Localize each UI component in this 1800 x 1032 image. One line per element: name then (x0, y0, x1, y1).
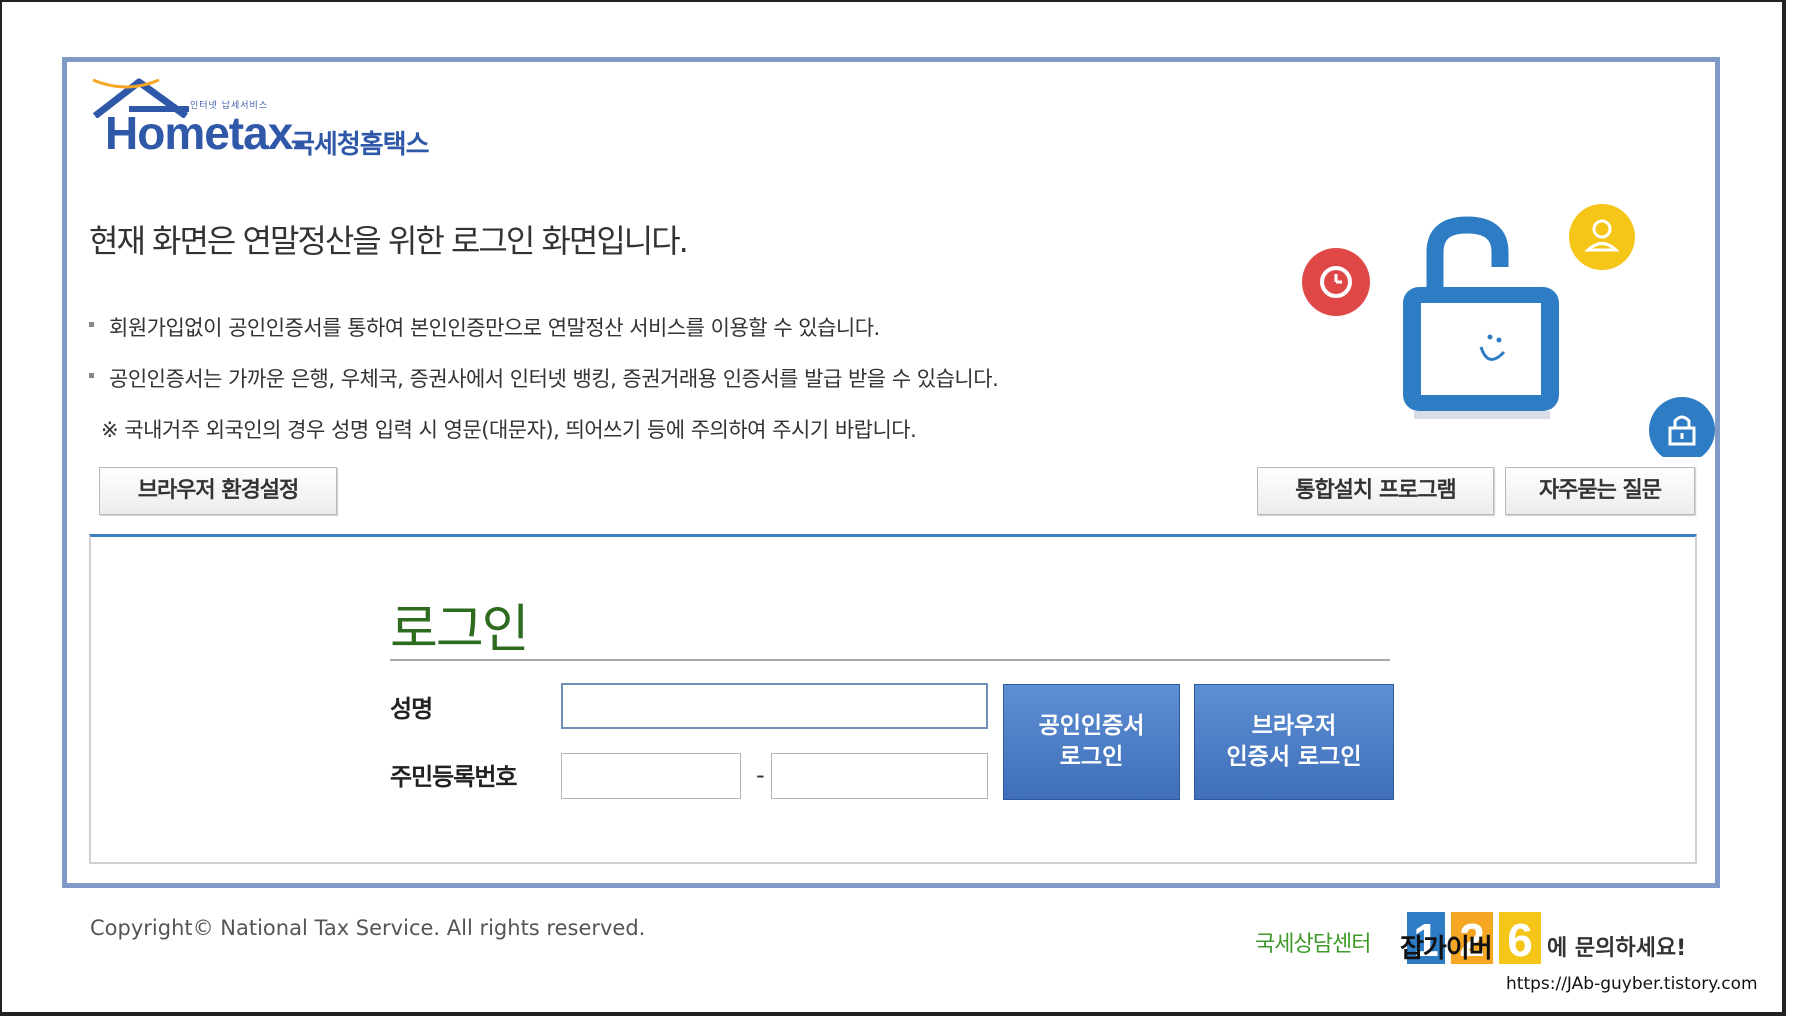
login-title-divider (390, 659, 1390, 661)
browser-certificate-login-button[interactable]: 브라우저 인증서 로그인 (1194, 684, 1394, 800)
logo-wordmark: Hometax. (105, 107, 305, 159)
name-label: 성명 (390, 695, 433, 723)
unlocked-padlock-icon (1403, 216, 1559, 419)
helpline-suffix: 에 문의하세요! (1547, 936, 1687, 961)
clock-icon (1302, 248, 1370, 316)
logo-korean-name: 국세청홈택스 (291, 130, 430, 160)
faq-button[interactable]: 자주묻는 질문 (1505, 467, 1695, 515)
watermark-text: 잡가이버 (1400, 934, 1493, 964)
bullet-icon (89, 373, 94, 378)
notice-list: 회원가입없이 공인인증서를 통하여 본인인증만으로 연말정산 서비스를 이용할 … (89, 312, 999, 414)
name-input[interactable] (561, 683, 988, 729)
browser-settings-button[interactable]: 브라우저 환경설정 (99, 467, 337, 515)
copyright-text: Copyright© National Tax Service. All rig… (90, 916, 646, 940)
page-heading: 현재 화면은 연말정산을 위한 로그인 화면입니다. (89, 222, 689, 260)
notice-item: 공인인증서는 가까운 은행, 우체국, 증권사에서 인터넷 뱅킹, 증권거래용 … (89, 363, 999, 393)
foreigner-warning: ※ 국내거주 외국인의 경우 성명 입력 시 영문(대문자), 띄어쓰기 등에 … (101, 418, 917, 442)
lock-icon (1649, 397, 1715, 463)
helpline-number-digit: 6 (1507, 914, 1533, 966)
notice-text: 회원가입없이 공인인증서를 통하여 본인인증만으로 연말정산 서비스를 이용할 … (109, 316, 880, 340)
bullet-icon (89, 322, 94, 327)
login-box: 로그인 성명 주민등록번호 - 공인인증서 로그인 브라우저 인증서 로그인 (89, 534, 1697, 864)
helpline-label: 국세상담센터 (1255, 932, 1371, 957)
user-icon (1569, 204, 1635, 270)
login-title: 로그인 (390, 600, 530, 660)
hometax-logo[interactable]: 인터넷 납세서비스 Hometax. 국세청홈택스 (91, 78, 451, 168)
rrn-back-input[interactable] (771, 753, 988, 799)
certificate-login-line1: 공인인증서 (1038, 713, 1145, 739)
logo-swoosh-icon (92, 78, 160, 89)
watermark-url: https://JAb-guyber.tistory.com (1506, 974, 1758, 994)
certificate-login-button[interactable]: 공인인증서 로그인 (1003, 684, 1180, 800)
browser-certificate-line1: 브라우저 (1251, 713, 1337, 739)
integrated-install-button[interactable]: 통합설치 프로그램 (1257, 467, 1494, 515)
browser-certificate-line2: 인증서 로그인 (1226, 744, 1362, 770)
main-panel: 인터넷 납세서비스 Hometax. 국세청홈택스 현재 화면은 연말정산을 위… (62, 57, 1720, 888)
notice-text: 공인인증서는 가까운 은행, 우체국, 증권사에서 인터넷 뱅킹, 증권거래용 … (109, 367, 999, 391)
certificate-login-line2: 로그인 (1059, 744, 1124, 770)
rrn-front-input[interactable] (561, 753, 741, 799)
notice-item: 회원가입없이 공인인증서를 통하여 본인인증만으로 연말정산 서비스를 이용할 … (89, 312, 998, 342)
rrn-separator: - (756, 761, 765, 789)
rrn-label: 주민등록번호 (390, 763, 517, 791)
security-illustration (1302, 137, 1722, 463)
